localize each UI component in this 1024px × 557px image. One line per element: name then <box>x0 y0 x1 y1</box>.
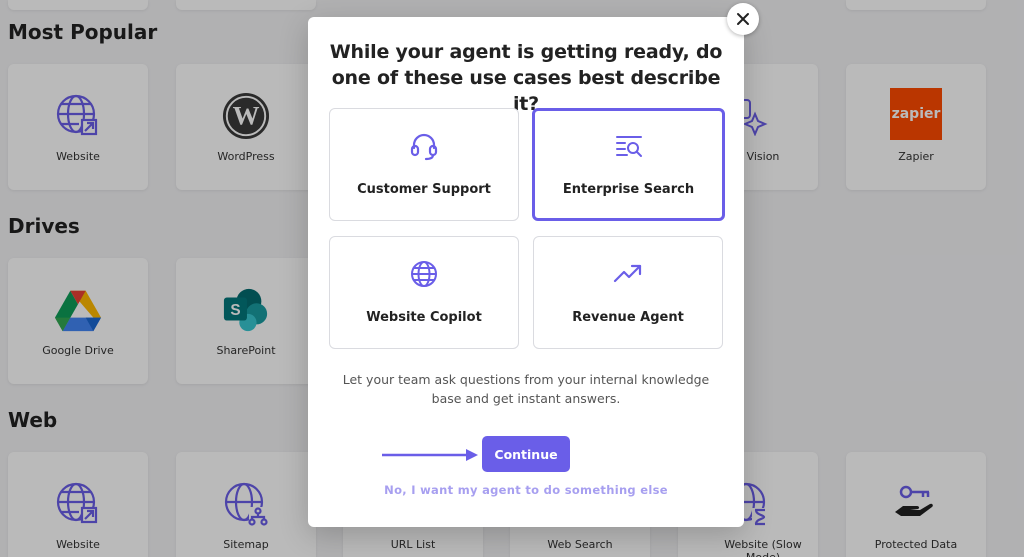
option-website-copilot[interactable]: Website Copilot <box>329 236 519 349</box>
arrow-pointer-icon <box>382 449 478 461</box>
modal-title: While your agent is getting ready, do on… <box>329 41 723 115</box>
option-revenue-agent[interactable]: Revenue Agent <box>533 236 723 349</box>
option-label: Revenue Agent <box>572 310 684 325</box>
option-customer-support[interactable]: Customer Support <box>329 108 519 221</box>
option-label: Website Copilot <box>366 310 482 325</box>
close-modal-button[interactable] <box>727 3 759 35</box>
globe-icon <box>407 257 441 291</box>
option-enterprise-search[interactable]: Enterprise Search <box>532 108 725 221</box>
trending-up-icon <box>611 257 645 291</box>
close-icon <box>737 13 749 25</box>
use-case-modal: While your agent is getting ready, do on… <box>308 17 744 527</box>
continue-button[interactable]: Continue <box>482 436 570 472</box>
option-label: Enterprise Search <box>562 182 695 197</box>
use-case-description: Let your team ask questions from your in… <box>342 372 710 406</box>
headset-icon <box>407 129 441 163</box>
search-list-icon <box>612 129 646 163</box>
option-label: Customer Support <box>357 182 491 197</box>
something-else-link[interactable]: No, I want my agent to do something else <box>308 483 744 497</box>
